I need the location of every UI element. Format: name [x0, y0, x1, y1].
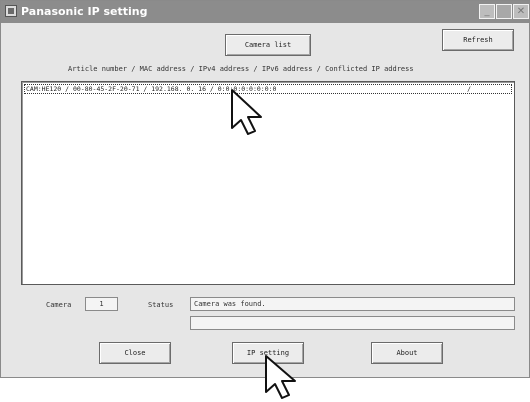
refresh-button[interactable]: Refresh — [442, 29, 514, 51]
pointer-cursor-ip-setting-icon — [265, 355, 296, 399]
close-window-button[interactable]: ✕ — [513, 4, 529, 19]
maximize-button[interactable]: □ — [496, 4, 512, 19]
status-label: Status — [148, 301, 174, 309]
camera-count-field: 1 — [85, 297, 118, 311]
app-icon — [5, 5, 17, 17]
list-item-trailing: / — [467, 85, 471, 93]
ip-setting-window: Panasonic IP setting _ □ ✕ Camera list R… — [0, 0, 530, 378]
window-title: Panasonic IP setting — [21, 5, 148, 18]
camera-label: Camera — [46, 301, 72, 309]
pointer-cursor-list-icon — [231, 89, 262, 135]
title-bar[interactable]: Panasonic IP setting _ □ ✕ — [1, 1, 529, 23]
list-columns-caption: Article number / MAC address / IPv4 addr… — [68, 65, 414, 73]
status-field: Camera was found. — [190, 297, 515, 311]
status-field-secondary — [190, 316, 515, 330]
camera-list-button[interactable]: Camera list — [225, 34, 311, 56]
about-button[interactable]: About — [371, 342, 443, 364]
minimize-button[interactable]: _ — [479, 4, 495, 19]
close-button[interactable]: Close — [99, 342, 171, 364]
